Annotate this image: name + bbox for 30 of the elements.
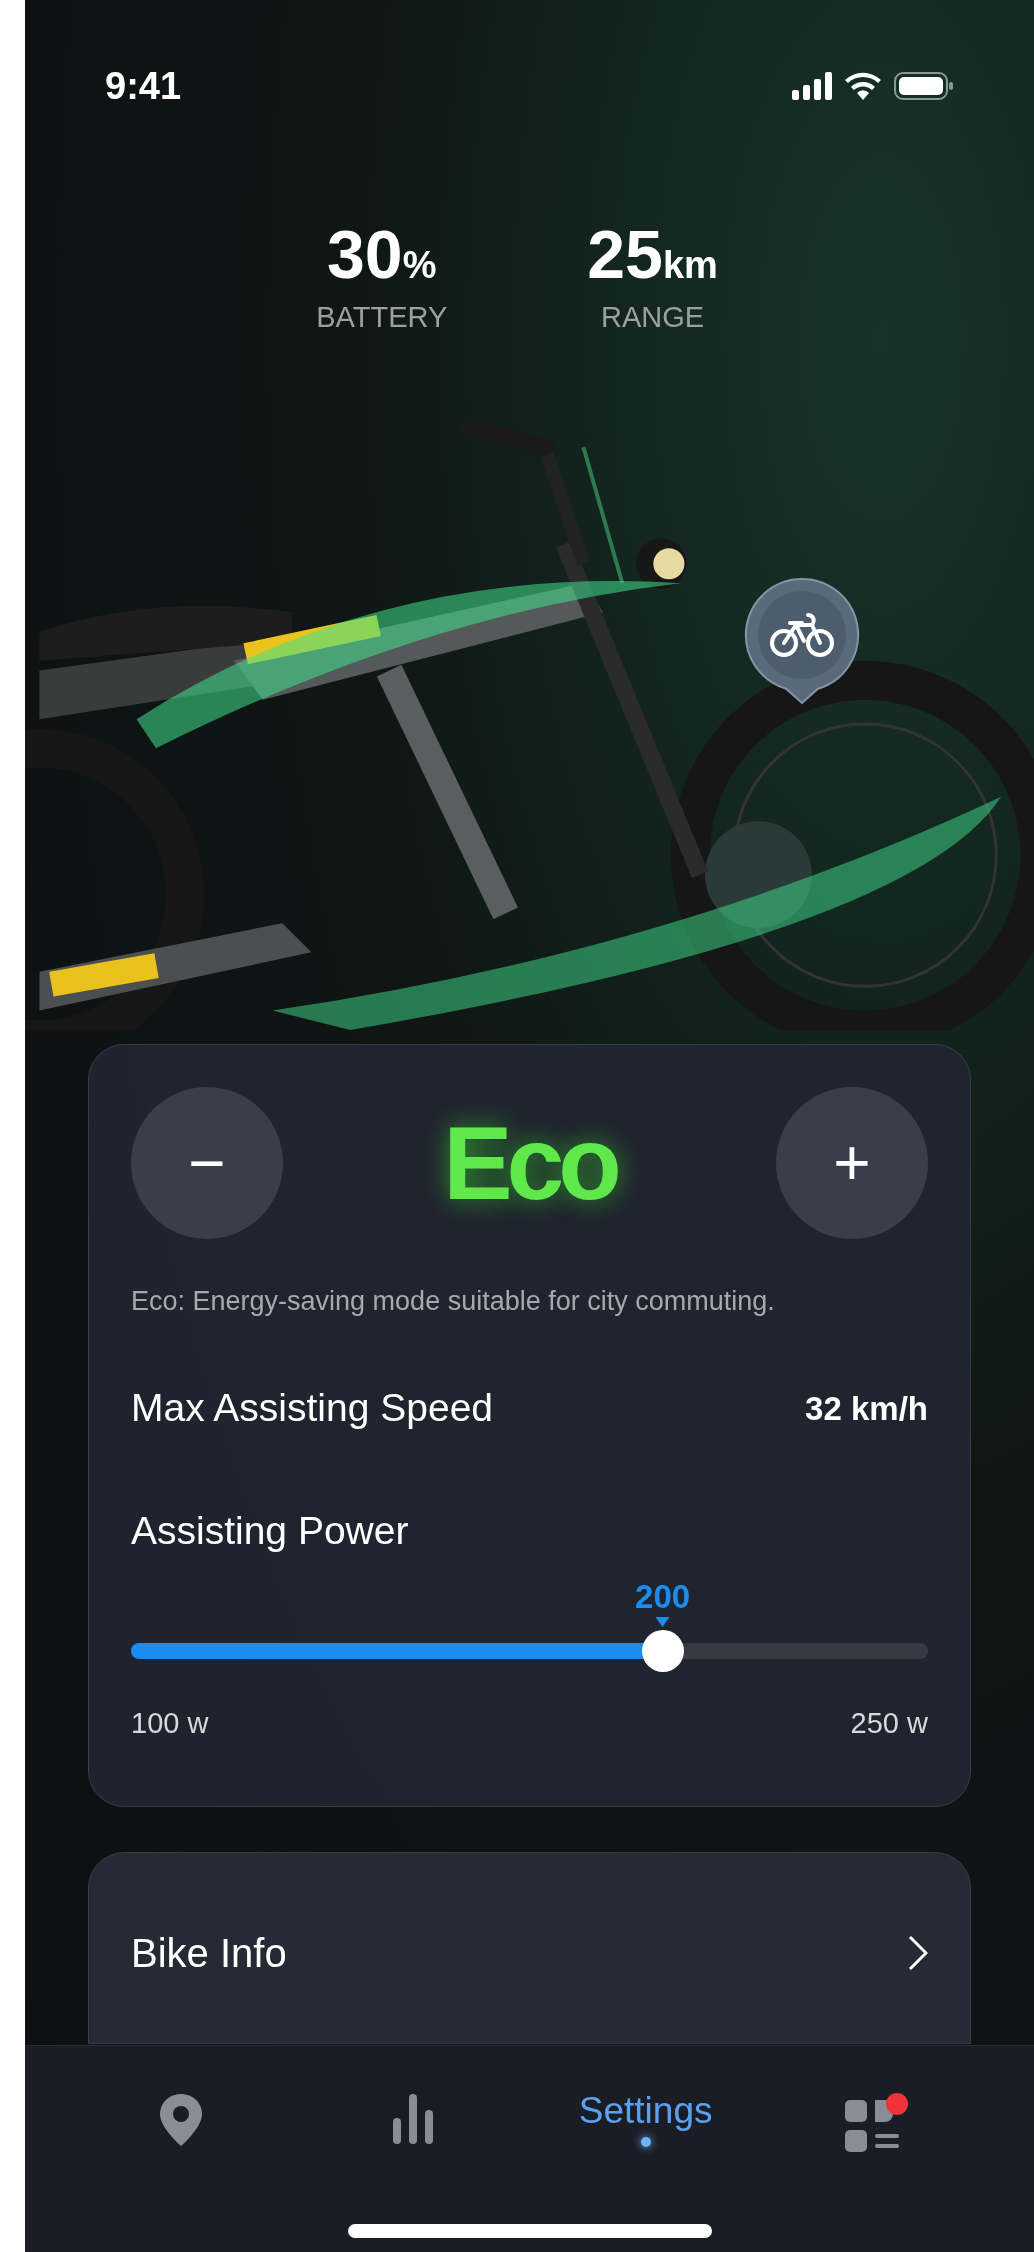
power-slider[interactable] bbox=[131, 1630, 928, 1672]
slider-max-label: 250 w bbox=[850, 1706, 928, 1741]
stat-value: 25 bbox=[587, 220, 663, 288]
mode-description: Eco: Energy-saving mode suitable for city commuting. bbox=[131, 1284, 776, 1318]
slider-thumb[interactable] bbox=[641, 1630, 684, 1672]
mode-title: Eco bbox=[443, 1103, 616, 1223]
assisting-power-label: Assisting Power bbox=[131, 1507, 410, 1554]
signal-icon bbox=[792, 72, 832, 100]
location-pin-icon[interactable] bbox=[158, 2092, 205, 2148]
pointer-icon bbox=[655, 1617, 670, 1627]
stat-label: RANGE bbox=[600, 300, 705, 335]
stat-unit: km bbox=[662, 246, 718, 284]
bike-info-label: Bike Info bbox=[131, 1929, 287, 1977]
chevron-right-icon bbox=[908, 1934, 928, 1971]
max-speed-label: Max Assisting Speed bbox=[131, 1385, 494, 1431]
bike-info-row[interactable]: Bike Info bbox=[88, 1851, 971, 2044]
stat-unit: % bbox=[402, 246, 437, 284]
power-reading: 200 bbox=[635, 1580, 691, 1613]
decrease-button[interactable]: − bbox=[131, 1086, 283, 1239]
stat-value: 30 bbox=[327, 220, 403, 288]
stat-label: BATTERY bbox=[316, 300, 448, 335]
slider-min-label: 100 w bbox=[131, 1706, 209, 1741]
battery-icon bbox=[894, 72, 954, 100]
settings-tab[interactable]: Settings bbox=[578, 2092, 713, 2147]
wifi-icon bbox=[844, 72, 882, 100]
increase-button[interactable]: + bbox=[776, 1086, 928, 1239]
max-speed-value: 32 km/h bbox=[805, 1388, 928, 1429]
apps-grid-icon[interactable] bbox=[844, 2092, 911, 2154]
bar-chart-icon[interactable] bbox=[391, 2092, 436, 2146]
status-time: 9:41 bbox=[105, 63, 182, 109]
